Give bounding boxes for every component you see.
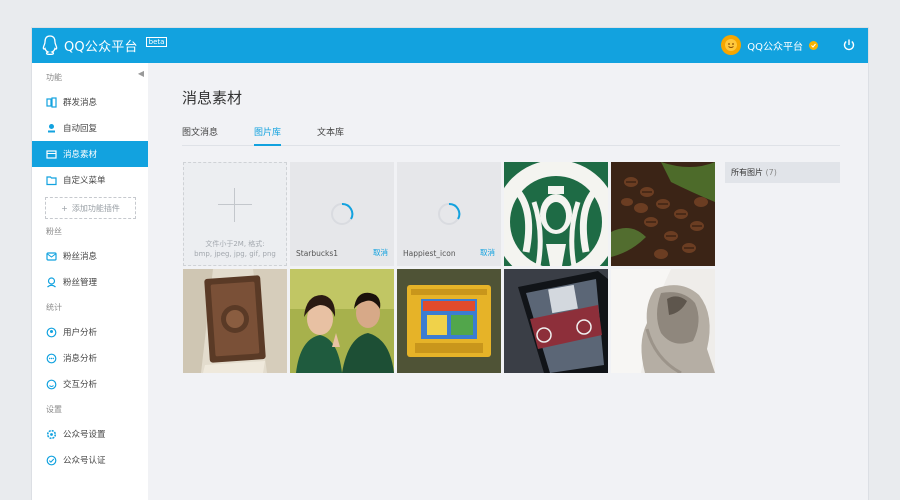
collapse-sidebar-icon[interactable]: ◀ <box>138 69 144 78</box>
sidebar-item-material[interactable]: 消息素材 <box>32 141 148 167</box>
sidebar-item-label: 粉丝消息 <box>63 252 98 262</box>
beta-badge: beta <box>145 37 168 47</box>
settings-icon <box>46 429 57 440</box>
tab-bar: 图文消息 图片库 文本库 <box>182 125 840 146</box>
image-thumbnail-starbucks[interactable] <box>504 162 608 266</box>
upload-hint: 文件小于2M, 格式: bmp, jpeg, jpg, gif, png <box>194 240 276 258</box>
sidebar-item-interaction-analysis[interactable]: 交互分析 <box>32 371 148 397</box>
sidebar-item-label: 自定义菜单 <box>63 176 106 186</box>
sidebar-item-label: 交互分析 <box>63 380 98 390</box>
sidebar-item-account-verify[interactable]: 公众号认证 <box>32 447 148 473</box>
menu-icon <box>46 175 57 186</box>
sidebar-item-label: 消息素材 <box>63 150 98 160</box>
plus-icon <box>218 188 252 222</box>
image-thumbnail-game-cartridge[interactable] <box>397 269 501 373</box>
sidebar-group-title: 粉丝 <box>46 227 62 236</box>
send-icon <box>46 96 57 108</box>
verified-icon <box>809 40 818 50</box>
all-images-count: (7) <box>765 168 777 177</box>
sidebar-item-fans-message[interactable]: 粉丝消息 <box>32 243 148 269</box>
sidebar-item-label: 公众号认证 <box>63 456 106 466</box>
app-window: QQ公众平台 beta QQ公众平台 ◀ 功能 群发消息 自动回复 消息素材 自… <box>32 28 868 500</box>
sidebar-group-title: 统计 <box>46 303 62 312</box>
app-title: QQ公众平台 <box>64 39 138 55</box>
upload-filename: Happiest_icon <box>403 249 456 258</box>
sidebar-item-label: 用户分析 <box>63 328 98 338</box>
material-icon <box>46 149 57 160</box>
add-plugin-button[interactable]: + 添加功能插件 <box>45 197 136 219</box>
sidebar-item-label: 自动回复 <box>63 124 98 134</box>
sidebar-item-custom-menu[interactable]: 自定义菜单 <box>32 167 148 193</box>
image-thumbnail-portrait[interactable] <box>611 269 715 373</box>
sidebar-item-mass-send[interactable]: 群发消息 <box>32 89 148 115</box>
sidebar-group-title: 设置 <box>46 405 62 414</box>
message-icon <box>46 251 57 262</box>
message-analysis-icon <box>46 353 57 364</box>
main-content: 消息素材 图文消息 图片库 文本库 文件小于2M, 格式: bmp, jpeg,… <box>148 63 868 500</box>
verify-icon <box>46 455 57 466</box>
interaction-analysis-icon <box>46 379 57 390</box>
loading-spinner-icon <box>331 202 354 225</box>
loading-spinner-icon <box>438 202 461 225</box>
sidebar-item-label: 粉丝管理 <box>63 278 98 288</box>
power-icon[interactable] <box>842 38 856 52</box>
image-thumbnail-couple[interactable] <box>290 269 394 373</box>
qq-penguin-icon <box>42 35 58 55</box>
cancel-upload-button[interactable]: 取消 <box>480 247 495 258</box>
all-images-label: 所有图片 <box>731 168 763 177</box>
sidebar-item-label: 公众号设置 <box>63 430 106 440</box>
uploading-tile: Happiest_icon 取消 <box>397 162 501 266</box>
all-images-filter[interactable]: 所有图片 (7) <box>725 162 840 183</box>
logo[interactable]: QQ公众平台 beta <box>42 35 168 55</box>
add-plugin-label: 添加功能插件 <box>71 203 120 213</box>
sidebar-item-fans-manage[interactable]: 粉丝管理 <box>32 269 148 295</box>
account-name: QQ公众平台 <box>747 41 803 53</box>
user-analysis-icon <box>46 327 57 338</box>
image-thumbnail-chocolate[interactable] <box>183 269 287 373</box>
top-bar: QQ公众平台 beta QQ公众平台 <box>32 28 868 63</box>
sidebar-item-label: 消息分析 <box>63 354 98 364</box>
sidebar-item-message-analysis[interactable]: 消息分析 <box>32 345 148 371</box>
avatar <box>721 35 742 55</box>
image-grid: 文件小于2M, 格式: bmp, jpeg, jpg, gif, png Sta… <box>183 162 715 374</box>
image-thumbnail-coffee-beans[interactable] <box>611 162 715 266</box>
account-menu[interactable]: QQ公众平台 <box>721 35 818 55</box>
plus-icon: + <box>61 203 68 213</box>
sidebar-group-title: 功能 <box>46 73 62 82</box>
page-title: 消息素材 <box>182 89 243 107</box>
sidebar: ◀ 功能 群发消息 自动回复 消息素材 自定义菜单 + 添加功能插件 粉丝 粉丝… <box>32 63 148 500</box>
fans-icon <box>46 276 57 288</box>
sidebar-item-account-settings[interactable]: 公众号设置 <box>32 421 148 447</box>
tab-news[interactable]: 图文消息 <box>182 125 218 145</box>
auto-reply-icon <box>46 123 57 134</box>
uploading-tile: Starbucks1 取消 <box>290 162 394 266</box>
upload-tile[interactable]: 文件小于2M, 格式: bmp, jpeg, jpg, gif, png <box>183 162 287 266</box>
upload-filename: Starbucks1 <box>296 249 339 258</box>
sidebar-item-label: 群发消息 <box>63 98 98 108</box>
sidebar-item-user-analysis[interactable]: 用户分析 <box>32 319 148 345</box>
cancel-upload-button[interactable]: 取消 <box>373 247 388 258</box>
tab-text-library[interactable]: 文本库 <box>317 125 344 145</box>
image-thumbnail-phone-screen[interactable] <box>504 269 608 373</box>
sidebar-item-auto-reply[interactable]: 自动回复 <box>32 115 148 141</box>
tab-image-library[interactable]: 图片库 <box>254 125 282 146</box>
